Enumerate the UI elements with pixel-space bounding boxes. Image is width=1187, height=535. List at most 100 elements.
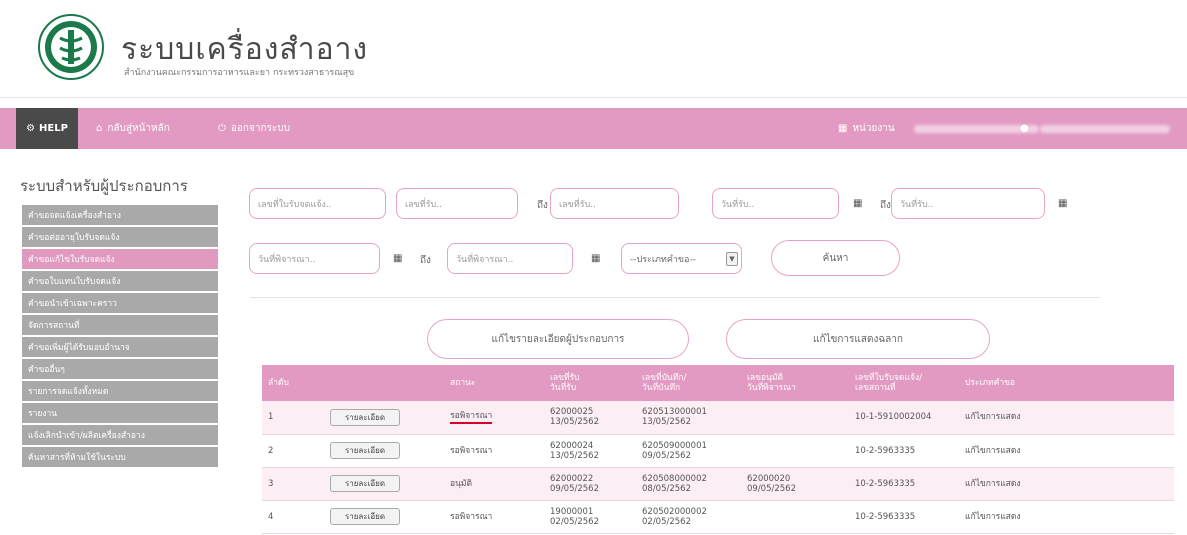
- recv-date: 13/05/2562: [550, 417, 599, 428]
- requests-table: ลำดับ สถานะ เลขที่รับ วันที่รับ เลขที่บั…: [262, 365, 1174, 534]
- col-header: เลขที่บันทึก/ วันที่บันทึก: [636, 365, 741, 401]
- home-link[interactable]: ⌂ กลับสู่หน้าหลัก: [96, 108, 170, 149]
- fda-logo-icon: [38, 14, 104, 80]
- home-label: กลับสู่หน้าหลัก: [107, 123, 170, 134]
- power-icon: ⏻: [218, 123, 226, 134]
- request-type: แก้ไขการแสดง: [959, 401, 1174, 435]
- col-header: [324, 365, 444, 401]
- table-row: 1 รายละเอียด รอพิจารณา 62000025 13/05/256…: [262, 401, 1174, 435]
- to-label: ถึง: [420, 255, 431, 266]
- receipt-no: 10-2-5963335: [849, 500, 959, 534]
- request-type-value: --ประเภทคำขอ--: [630, 254, 696, 265]
- logout-label: ออกจากระบบ: [230, 123, 290, 134]
- receipt-no: 10-1-5910002004: [849, 401, 959, 435]
- receipt-no: 10-2-5963335: [849, 434, 959, 468]
- sidebar-menu: คำขอจดแจ้งเครื่องสำอาง คำขอต่ออายุใบรับจ…: [22, 205, 218, 469]
- calendar-icon[interactable]: ▦: [853, 198, 862, 209]
- home-icon: ⌂: [96, 123, 103, 134]
- sidebar-item-import[interactable]: คำขอนำเข้าเฉพาะคราว: [22, 293, 218, 313]
- table-row: 4 รายละเอียด รอพิจารณา 19000001 02/05/256…: [262, 500, 1174, 534]
- top-navbar: ⚙ HELP ⌂ กลับสู่หน้าหลัก ⏻ ออกจากระบบ ▦ …: [0, 108, 1187, 149]
- row-number: 1: [262, 401, 324, 435]
- recv-date: 13/05/2562: [550, 450, 599, 461]
- agency-info: ▦ หน่วยงาน: [838, 108, 1039, 149]
- table-row: 2 รายละเอียด รอพิจารณา 62000024 13/05/256…: [262, 434, 1174, 468]
- user-icon: ●: [1020, 123, 1029, 134]
- recv-to-input[interactable]: เลขที่รับ..: [550, 188, 679, 219]
- receipt-no-input[interactable]: เลขที่ใบรับจดแจ้ง..: [249, 188, 386, 219]
- sidebar-item-all[interactable]: รายการจดแจ้งทั้งหมด: [22, 381, 218, 401]
- row-number: 3: [262, 467, 324, 501]
- sidebar-item-notify[interactable]: คำขอจดแจ้งเครื่องสำอาง: [22, 205, 218, 225]
- sidebar-item-authorize[interactable]: คำขอเพิ่มผู้ได้รับมอบอำนาจ: [22, 337, 218, 357]
- search-button[interactable]: ค้นหา: [771, 240, 900, 276]
- request-type: แก้ไขการแสดง: [959, 467, 1174, 501]
- sidebar-item-edit[interactable]: คำขอแก้ไขใบรับจดแจ้ง: [22, 249, 218, 269]
- sidebar-item-other[interactable]: คำขออื่นๆ: [22, 359, 218, 379]
- col-header: สถานะ: [444, 365, 544, 401]
- edit-label-button[interactable]: แก้ไขการแสดงฉลาก: [726, 319, 990, 359]
- col-header: เลขอนุมัติ วันที่พิจารณา: [741, 365, 849, 401]
- status-text: รอพิจารณา: [450, 411, 493, 424]
- approve-date: 09/05/2562: [747, 483, 796, 494]
- to-label: ถึง: [537, 200, 548, 211]
- recv-no: 62000024: [550, 440, 594, 451]
- save-no: 620513000001: [642, 407, 707, 418]
- user-name-redacted: [1039, 124, 1170, 133]
- help-button[interactable]: ⚙ HELP: [16, 108, 78, 149]
- chevron-down-icon: ▼: [726, 252, 738, 266]
- recv-date: 09/05/2562: [550, 483, 599, 494]
- receipt-no: 10-2-5963335: [849, 467, 959, 501]
- sidebar-item-renew[interactable]: คำขอต่ออายุใบรับจดแจ้ง: [22, 227, 218, 247]
- request-type-select[interactable]: --ประเภทคำขอ-- ▼: [621, 243, 742, 274]
- detail-button[interactable]: รายละเอียด: [330, 508, 400, 525]
- page-header: ระบบเครื่องสำอาง สำนักงานคณะกรรมการอาหาร…: [0, 0, 1187, 98]
- date-to-input[interactable]: วันที่รับ..: [891, 188, 1045, 219]
- col-header: ประเภทคำขอ: [959, 365, 1174, 401]
- sidebar-item-report[interactable]: รายงาน: [22, 403, 218, 423]
- detail-button[interactable]: รายละเอียด: [330, 442, 400, 459]
- date-from-input[interactable]: วันที่รับ..: [712, 188, 839, 219]
- calendar-icon[interactable]: ▦: [393, 253, 402, 264]
- detail-button[interactable]: รายละเอียด: [330, 475, 400, 492]
- calendar-icon[interactable]: ▦: [1058, 198, 1067, 209]
- request-type: แก้ไขการแสดง: [959, 434, 1174, 468]
- calendar-icon[interactable]: ▦: [591, 253, 600, 264]
- col-header: ลำดับ: [262, 365, 324, 401]
- table-row: 3 รายละเอียด อนุมัติ 62000022 09/05/2562 …: [262, 467, 1174, 501]
- save-date: 09/05/2562: [642, 450, 691, 461]
- save-date: 08/05/2562: [642, 483, 691, 494]
- save-date: 02/05/2562: [642, 516, 691, 527]
- recv-date: 02/05/2562: [550, 516, 599, 527]
- to-label: ถึง: [880, 200, 891, 211]
- recv-no: 62000025: [550, 407, 594, 418]
- row-number: 2: [262, 434, 324, 468]
- sidebar-item-replace[interactable]: คำขอใบแทนใบรับจดแจ้ง: [22, 271, 218, 291]
- col-header: เลขที่ใบรับจดแจ้ง/ เลขสถานที่: [849, 365, 959, 401]
- status-text: รอพิจารณา: [444, 434, 544, 468]
- divider: [250, 297, 1100, 298]
- sidebar-item-place[interactable]: จัดการสถานที่: [22, 315, 218, 335]
- recv-from-input[interactable]: เลขที่รับ..: [396, 188, 518, 219]
- agency-label: หน่วยงาน: [852, 123, 895, 134]
- consider-from-input[interactable]: วันที่พิจารณา..: [249, 243, 380, 274]
- edit-operator-button[interactable]: แก้ไขรายละเอียดผู้ประกอบการ: [427, 319, 689, 359]
- consider-to-input[interactable]: วันที่พิจารณา..: [447, 243, 573, 274]
- recv-no: 19000001: [550, 506, 594, 517]
- col-header: เลขที่รับ วันที่รับ: [544, 365, 636, 401]
- sidebar-item-cancel[interactable]: แจ้งเลิกนำเข้า/ผลิตเครื่องสำอาง: [22, 425, 218, 445]
- gear-icon: ⚙: [26, 123, 36, 134]
- save-no: 620508000002: [642, 473, 707, 484]
- user-info: ●: [1020, 108, 1170, 149]
- request-type: แก้ไขการแสดง: [959, 500, 1174, 534]
- detail-button[interactable]: รายละเอียด: [330, 408, 400, 426]
- approve-no: 62000020: [747, 473, 791, 484]
- save-no: 620509000001: [642, 440, 707, 451]
- save-date: 13/05/2562: [642, 417, 691, 428]
- logout-link[interactable]: ⏻ ออกจากระบบ: [218, 108, 290, 149]
- help-label: HELP: [39, 123, 68, 134]
- sidebar-item-banned[interactable]: ค้นหาสารที่ห้ามใช้ในระบบ: [22, 447, 218, 467]
- sidebar-title: ระบบสำหรับผู้ประกอบการ: [20, 177, 188, 195]
- row-number: 4: [262, 500, 324, 534]
- app-subtitle: สำนักงานคณะกรรมการอาหารและยา กระทรวงสาธา…: [124, 68, 355, 78]
